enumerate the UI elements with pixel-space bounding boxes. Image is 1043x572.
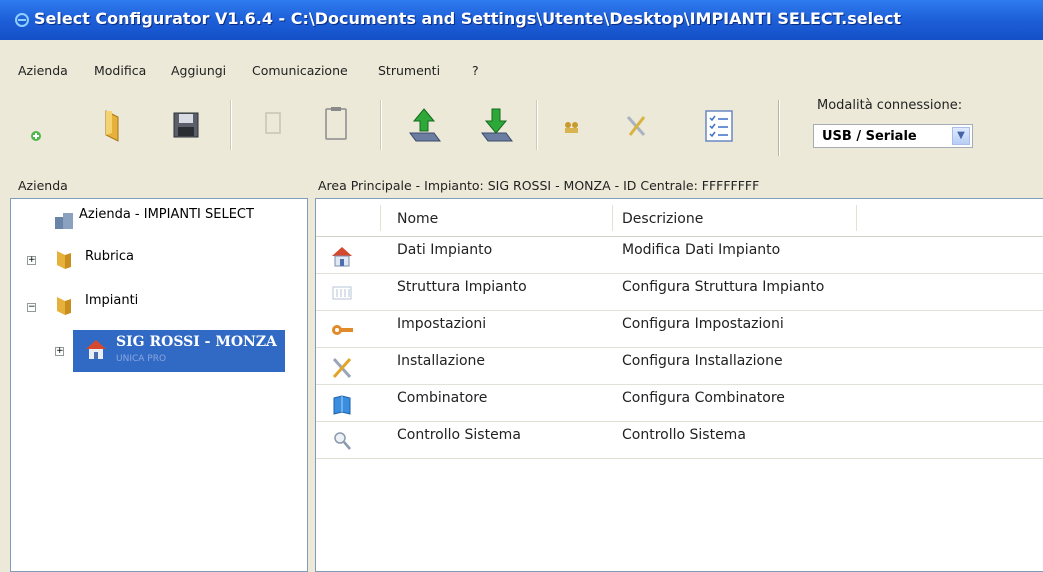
row-description: Modifica Dati Impianto <box>622 242 781 258</box>
paste-icon <box>325 107 347 140</box>
column-nome[interactable]: Nome <box>397 211 438 227</box>
window-title: Select Configurator V1.6.4 - C:\Document… <box>34 9 902 28</box>
connection-mode-select[interactable]: USB / Seriale ▼ <box>813 124 973 148</box>
upload-icon <box>409 108 441 142</box>
users-icon <box>565 122 578 133</box>
toolbar-separator <box>230 100 232 150</box>
list-item[interactable]: Controllo Sistema Controllo Sistema <box>316 421 1043 459</box>
row-name: Impostazioni <box>397 316 487 332</box>
save-button[interactable] <box>160 96 212 154</box>
menu-modifica[interactable]: Modifica <box>94 63 146 78</box>
chevron-down-icon[interactable]: ▼ <box>952 127 970 145</box>
toolbar-grip[interactable] <box>778 100 780 156</box>
function-list: Nome Descrizione Dati Impianto Modifica … <box>315 198 1043 572</box>
paste-button[interactable] <box>312 96 364 154</box>
row-name: Installazione <box>397 353 486 369</box>
folder-icon <box>57 251 71 269</box>
tools-icon <box>626 116 646 136</box>
plant-subtitle: UNICA PRO <box>116 354 167 364</box>
checklist-icon <box>705 110 733 142</box>
row-description: Controllo Sistema <box>622 427 746 443</box>
menu-comunicazione[interactable]: Comunicazione <box>252 63 348 78</box>
row-name: Struttura Impianto <box>397 279 527 295</box>
new-button[interactable] <box>14 96 66 154</box>
list-item[interactable]: Struttura Impianto Configura Struttura I… <box>316 273 1043 311</box>
company-tree: Azienda - IMPIANTI SELECT + Rubrica − Im… <box>10 198 308 572</box>
menu-azienda[interactable]: Azienda <box>18 63 68 78</box>
list-header: Nome Descrizione <box>316 199 1043 237</box>
copy-button[interactable] <box>246 96 298 154</box>
copy-icon <box>265 112 281 134</box>
expand-rubrica-icon[interactable]: + <box>27 256 36 265</box>
open-button[interactable] <box>88 96 140 154</box>
new-icon <box>31 131 41 141</box>
row-name: Controllo Sistema <box>397 427 521 443</box>
row-name: Combinatore <box>397 390 488 406</box>
menu-aggiungi[interactable]: Aggiungi <box>171 63 226 78</box>
tree-impianti-label[interactable]: Impianti <box>85 293 138 308</box>
magnifier-icon <box>334 432 351 450</box>
row-description: Configura Impostazioni <box>622 316 784 332</box>
tree-rubrica-label[interactable]: Rubrica <box>85 249 134 264</box>
expand-plant-icon[interactable]: + <box>55 347 64 356</box>
key-icon <box>332 325 353 335</box>
house-icon <box>332 247 352 267</box>
open-folder-icon <box>105 110 119 142</box>
row-description: Configura Struttura Impianto <box>622 279 825 295</box>
row-name: Dati Impianto <box>397 242 493 258</box>
tools-button[interactable] <box>612 96 664 154</box>
checklist-button[interactable] <box>692 96 744 154</box>
row-description: Configura Installazione <box>622 353 783 369</box>
list-item[interactable]: Combinatore Configura Combinatore <box>316 384 1043 422</box>
connection-mode-label: Modalità connessione: <box>817 98 963 113</box>
toolbar: Modalità connessione: USB / Seriale ▼ <box>0 90 1043 162</box>
connection-mode-value: USB / Seriale <box>822 129 917 144</box>
book-icon <box>333 395 351 415</box>
row-description: Configura Combinatore <box>622 390 785 406</box>
tools-icon <box>332 358 352 378</box>
list-item[interactable]: Installazione Configura Installazione <box>316 347 1043 385</box>
left-panel-header: Azienda <box>18 178 68 193</box>
collapse-impianti-icon[interactable]: − <box>27 303 36 312</box>
company-icon <box>55 213 73 229</box>
folder-icon <box>57 297 71 315</box>
structure-icon <box>332 286 352 300</box>
list-item[interactable]: Dati Impianto Modifica Dati Impianto <box>316 236 1043 274</box>
title-bar[interactable]: Select Configurator V1.6.4 - C:\Document… <box>0 0 1043 40</box>
save-icon <box>173 112 199 138</box>
menu-strumenti[interactable]: Strumenti <box>378 63 440 78</box>
house-icon <box>86 340 106 359</box>
plant-title: SIG ROSSI - MONZA <box>116 334 277 350</box>
download-button[interactable] <box>468 96 520 154</box>
menu-help[interactable]: ? <box>472 63 479 78</box>
column-descrizione[interactable]: Descrizione <box>622 211 703 227</box>
toolbar-separator <box>536 100 538 150</box>
menu-bar: Azienda Modifica Aggiungi Comunicazione … <box>0 58 1043 82</box>
users-button[interactable] <box>548 96 600 154</box>
app-icon <box>15 13 29 27</box>
tree-root-label[interactable]: Azienda - IMPIANTI SELECT <box>79 207 254 222</box>
toolbar-separator <box>380 100 382 150</box>
tree-selected-plant[interactable]: SIG ROSSI - MONZA UNICA PRO <box>73 330 285 372</box>
download-icon <box>481 108 513 142</box>
upload-button[interactable] <box>396 96 448 154</box>
right-panel-header: Area Principale - Impianto: SIG ROSSI - … <box>318 178 760 193</box>
list-item[interactable]: Impostazioni Configura Impostazioni <box>316 310 1043 348</box>
